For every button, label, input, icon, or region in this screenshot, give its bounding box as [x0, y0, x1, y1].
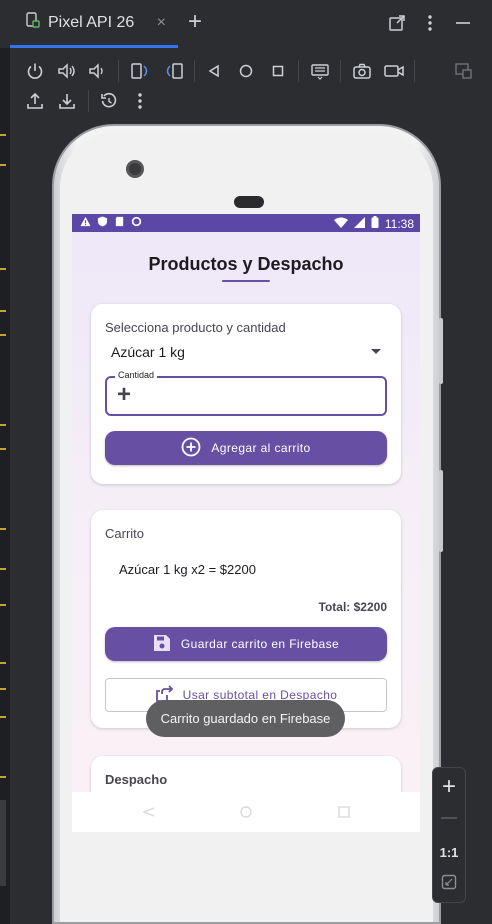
keyboard-icon[interactable] — [308, 60, 332, 82]
actual-size-button[interactable]: 1:1 — [433, 844, 465, 862]
camera-icon[interactable] — [350, 60, 374, 82]
save-cart-label: Guardar carrito en Firebase — [180, 637, 340, 651]
page-title: Productos y Despacho — [148, 254, 344, 274]
volume-down-icon[interactable] — [86, 60, 108, 82]
external-window-icon[interactable] — [386, 12, 408, 34]
gutter-marker — [0, 334, 6, 336]
gutter-scroll-thumb[interactable] — [0, 800, 6, 886]
status-bar: 11:38 — [72, 214, 420, 232]
rotate-right-icon[interactable] — [162, 60, 186, 82]
left-gutter — [0, 48, 10, 924]
gutter-marker — [0, 268, 6, 270]
gutter-marker — [0, 448, 6, 450]
battery-icon — [371, 216, 379, 231]
selected-product: Azúcar 1 kg — [111, 344, 185, 360]
toolbar-divider — [298, 60, 299, 82]
wifi-icon — [333, 217, 348, 231]
emulator-tab-bar: Pixel API 26 × + — [0, 0, 492, 48]
reset-icon[interactable] — [98, 90, 120, 112]
warning-icon — [80, 216, 91, 230]
gutter-marker — [0, 310, 6, 312]
sd-card-icon — [114, 216, 125, 230]
gutter-marker — [0, 688, 6, 690]
device-screen: 11:38 Productos y Despacho Selecciona pr… — [72, 214, 420, 832]
save-icon — [153, 634, 171, 655]
upload-icon[interactable] — [24, 90, 46, 112]
toolbar-divider — [414, 60, 415, 82]
home-icon[interactable] — [236, 60, 256, 82]
add-to-cart-button[interactable]: Agregar al carrito — [105, 431, 387, 465]
toolbar-divider — [118, 60, 119, 82]
gutter-marker — [0, 716, 6, 718]
download-icon[interactable] — [56, 90, 78, 112]
system-nav-bar — [72, 792, 420, 832]
tab-pixel-api-26[interactable]: Pixel API 26 × — [10, 0, 178, 48]
power-icon[interactable] — [24, 60, 46, 82]
overview-icon[interactable] — [268, 60, 288, 82]
dispatch-card-title: Despacho — [105, 772, 168, 787]
gutter-marker — [0, 662, 6, 664]
circle-icon — [131, 216, 142, 230]
fit-screen-icon[interactable] — [433, 874, 465, 895]
gutter-marker — [0, 424, 6, 426]
product-dropdown[interactable]: Azúcar 1 kg — [111, 344, 361, 360]
nav-overview-icon[interactable] — [338, 806, 350, 821]
rotate-left-icon[interactable] — [128, 60, 152, 82]
toolbar-divider — [340, 60, 341, 82]
layout-icon[interactable] — [452, 60, 476, 82]
volume-up-icon[interactable] — [56, 60, 78, 82]
minimize-icon[interactable] — [452, 12, 474, 34]
more-icon[interactable] — [130, 90, 150, 112]
cart-total: Total: $2200 — [318, 600, 387, 614]
cart-item: Azúcar 1 kg x2 = $2200 — [119, 562, 256, 577]
device-icon — [26, 12, 40, 33]
gutter-marker — [0, 776, 6, 778]
plus-icon: + — [117, 381, 132, 408]
shield-icon — [97, 216, 108, 230]
zoom-out-button[interactable]: — — [433, 808, 465, 828]
toolbar-divider — [88, 90, 89, 112]
gutter-marker — [0, 134, 6, 136]
save-cart-button[interactable]: Guardar carrito en Firebase — [105, 627, 387, 661]
tab-close-button[interactable]: × — [157, 14, 166, 32]
add-circle-icon — [181, 437, 201, 460]
more-vertical-icon[interactable] — [420, 12, 440, 34]
status-time: 11:38 — [384, 216, 414, 231]
nav-back-icon[interactable] — [142, 806, 156, 821]
cart-card: Carrito Azúcar 1 kg x2 = $2200 Total: $2… — [91, 510, 401, 728]
signal-icon — [353, 216, 365, 231]
quantity-input[interactable] — [131, 386, 381, 406]
emulator-zoom-controls: + — 1:1 — [432, 767, 466, 903]
product-card-title: Selecciona producto y cantidad — [105, 320, 286, 335]
quantity-field[interactable]: Cantidad + — [105, 370, 387, 416]
phone-volume-button — [439, 318, 443, 384]
dropdown-arrow-icon[interactable] — [371, 349, 381, 354]
cart-card-title: Carrito — [105, 526, 145, 541]
gutter-marker — [0, 164, 6, 166]
nav-home-icon[interactable] — [240, 806, 252, 821]
toast-message: Carrito guardado en Firebase — [146, 700, 345, 737]
gutter-marker — [0, 528, 6, 530]
zoom-in-button[interactable]: + — [433, 770, 465, 804]
tab-title: Pixel API 26 — [48, 13, 135, 31]
add-to-cart-label: Agregar al carrito — [211, 441, 311, 455]
gutter-marker — [0, 604, 6, 606]
phone-power-button — [439, 470, 443, 552]
toolbar-divider — [194, 60, 195, 82]
quantity-label: Cantidad — [115, 370, 158, 380]
product-card: Selecciona producto y cantidad Azúcar 1 … — [91, 304, 401, 484]
front-camera — [126, 160, 144, 178]
title-underline — [222, 280, 270, 282]
earpiece-speaker — [234, 196, 264, 208]
new-tab-button[interactable]: + — [184, 8, 206, 35]
back-icon[interactable] — [204, 60, 224, 82]
gutter-marker — [0, 568, 6, 570]
record-icon[interactable] — [382, 60, 406, 82]
